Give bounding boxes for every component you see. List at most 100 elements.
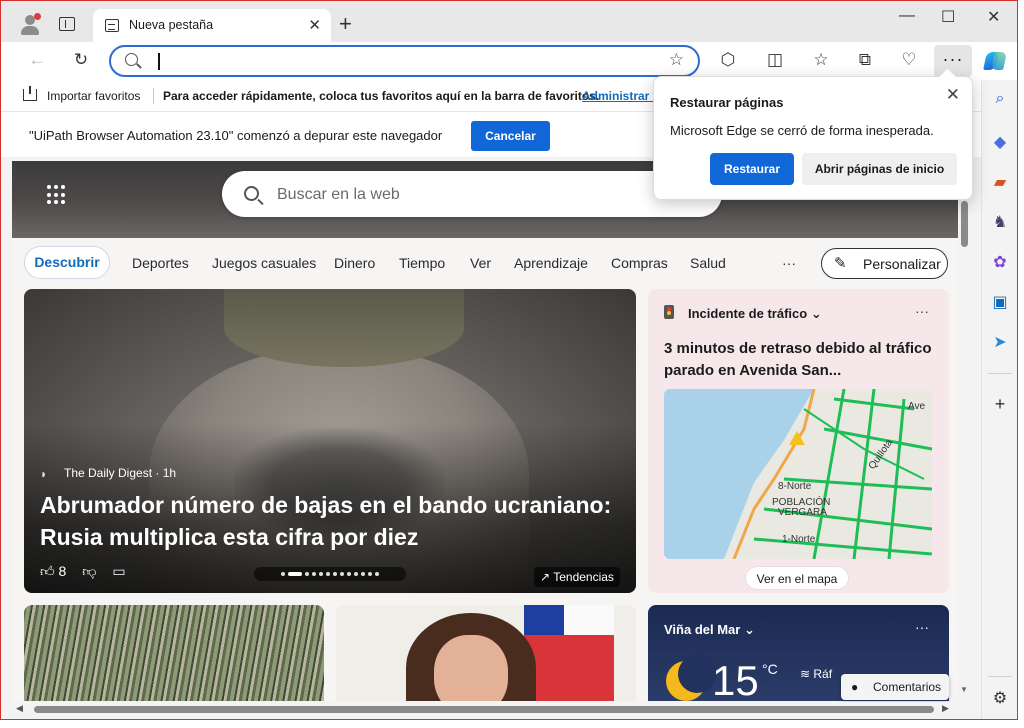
tab-close-icon[interactable]: ✕ bbox=[308, 16, 321, 34]
tab-ver[interactable]: Ver bbox=[470, 255, 491, 271]
address-bar[interactable]: ☆ bbox=[109, 45, 700, 77]
news-card-photo-woman[interactable] bbox=[336, 605, 636, 701]
tab-title: Nueva pestaña bbox=[129, 18, 214, 32]
new-tab-button[interactable]: + bbox=[339, 11, 352, 37]
tab-descubrir[interactable]: Descubrir bbox=[24, 246, 110, 279]
traffic-map[interactable]: POBLACIÓN VERGARA 8-Norte 1-Norte Quillo… bbox=[664, 389, 932, 559]
tab-new-tab[interactable]: Nueva pestaña ✕ bbox=[93, 9, 331, 42]
import-favorites-button[interactable]: Importar favoritos bbox=[47, 89, 140, 103]
minimize-button[interactable]: — bbox=[899, 7, 915, 25]
comments-button[interactable]: ● Comentarios bbox=[841, 674, 949, 700]
split-screen-icon[interactable]: ◫ bbox=[763, 50, 787, 70]
dislike-icon[interactable]: 👎︎ bbox=[82, 563, 96, 579]
sidebar-telegram-icon[interactable]: ➤ bbox=[987, 332, 1013, 354]
copilot-icon[interactable] bbox=[983, 50, 1007, 72]
reload-button[interactable]: ↻ bbox=[69, 50, 93, 70]
restore-button[interactable]: Restaurar bbox=[710, 153, 794, 185]
search-icon bbox=[244, 186, 259, 201]
like-icon[interactable]: 👍︎ bbox=[40, 563, 55, 579]
favorites-hint: Para acceder rápidamente, coloca tus fav… bbox=[163, 89, 600, 103]
nav-more-button[interactable]: ··· bbox=[782, 255, 796, 271]
favorites-separator bbox=[153, 88, 154, 104]
sidebar-games-icon[interactable]: ♞ bbox=[987, 212, 1013, 234]
chevron-down-icon[interactable]: ⌄ bbox=[811, 306, 822, 321]
sidebar-tools-icon[interactable]: ▰ bbox=[987, 172, 1013, 194]
sidebar-separator bbox=[988, 373, 1012, 374]
vertical-scroll-thumb[interactable] bbox=[961, 201, 968, 247]
toolbar: ← ↻ ☆ ⬡ ◫ ☆ ⧉ ♡ ··· bbox=[1, 42, 1017, 80]
manage-favorites-link[interactable]: Administrar fa bbox=[582, 89, 663, 103]
main-news-card[interactable]: ◗ The Daily Digest · 1h Abrumador número… bbox=[24, 289, 636, 593]
browser-window: Nueva pestaña ✕ + — ☐ ✕ ← ↻ ☆ ⬡ ◫ ☆ ⧉ ♡ … bbox=[0, 0, 1018, 720]
story-reactions: 👍︎ 8 👎︎ ▭ bbox=[40, 563, 126, 580]
cancel-debug-button[interactable]: Cancelar bbox=[471, 121, 550, 151]
search-icon bbox=[125, 53, 138, 66]
moon-icon bbox=[666, 655, 716, 701]
close-icon[interactable]: ✕ bbox=[946, 85, 960, 105]
horizontal-scrollbar[interactable]: ◀ ▶ bbox=[12, 702, 958, 716]
scroll-right-icon[interactable]: ▶ bbox=[942, 703, 949, 714]
web-search-box[interactable]: Buscar en la web bbox=[222, 171, 722, 217]
browser-essentials-icon[interactable]: ♡ bbox=[897, 50, 921, 70]
tab-dinero[interactable]: Dinero bbox=[334, 255, 375, 271]
sidebar-m365-icon[interactable]: ✿ bbox=[987, 252, 1013, 274]
weather-more-icon[interactable]: ··· bbox=[915, 619, 929, 635]
traffic-more-icon[interactable]: ··· bbox=[915, 303, 929, 319]
sidebar-add-icon[interactable]: + bbox=[987, 394, 1013, 416]
horizontal-scroll-thumb[interactable] bbox=[34, 706, 934, 713]
collections-icon[interactable]: ⧉ bbox=[853, 50, 877, 70]
tab-actions-icon[interactable] bbox=[59, 17, 75, 31]
sidebar-shopping-icon[interactable]: ◆ bbox=[987, 132, 1013, 154]
view-map-button[interactable]: Ver en el mapa bbox=[745, 566, 849, 590]
comments-icon: ● bbox=[851, 680, 859, 694]
personalize-button[interactable]: ✎ Personalizar bbox=[821, 248, 948, 279]
tab-compras[interactable]: Compras bbox=[611, 255, 668, 271]
news-photo-cap bbox=[224, 289, 464, 367]
sidebar-search-icon[interactable]: ⌕ bbox=[987, 90, 1013, 112]
scroll-down-icon[interactable]: ▼ bbox=[960, 685, 968, 694]
tab-salud[interactable]: Salud bbox=[690, 255, 726, 271]
favorites-icon[interactable]: ☆ bbox=[809, 50, 833, 70]
photo-face bbox=[434, 635, 508, 701]
tab-strip: Nueva pestaña ✕ + — ☐ ✕ bbox=[1, 1, 1017, 42]
personalize-label: Personalizar bbox=[863, 256, 941, 272]
scroll-left-icon[interactable]: ◀ bbox=[16, 703, 23, 714]
app-launcher-icon[interactable] bbox=[47, 185, 67, 205]
trending-badge: ↗ Tendencias bbox=[534, 567, 620, 587]
map-label-vergara: VERGARA bbox=[778, 507, 827, 518]
vertical-scrollbar[interactable]: ▲ ▼ bbox=[958, 161, 972, 701]
flag-blue bbox=[524, 605, 564, 635]
desktop-edge bbox=[1019, 0, 1024, 728]
map-label-1-norte: 1-Norte bbox=[782, 534, 816, 545]
traffic-title[interactable]: 3 minutos de retraso debido al tráfico p… bbox=[664, 338, 934, 382]
weather-unit[interactable]: °C bbox=[762, 661, 778, 677]
web-search-placeholder: Buscar en la web bbox=[277, 186, 400, 203]
new-tab-favicon-icon bbox=[105, 19, 119, 32]
weather-location[interactable]: Viña del Mar ⌄ bbox=[664, 622, 755, 638]
map-label-8-norte: 8-Norte bbox=[778, 481, 812, 492]
open-start-pages-button[interactable]: Abrir páginas de inicio bbox=[802, 153, 957, 185]
weather-wind: ≋ Ráf bbox=[800, 667, 833, 681]
story-source[interactable]: The Daily Digest · 1h bbox=[64, 466, 176, 480]
tab-juegos-casuales[interactable]: Juegos casuales bbox=[212, 255, 316, 271]
sidebar-settings-icon[interactable]: ⚙ bbox=[987, 688, 1013, 710]
sidebar-outlook-icon[interactable]: ▣ bbox=[987, 292, 1013, 314]
story-headline[interactable]: Abrumador número de bajas en el bando uc… bbox=[40, 489, 630, 553]
favorite-star-icon[interactable]: ☆ bbox=[669, 50, 684, 70]
restore-pages-dialog: Restaurar páginas ✕ Microsoft Edge se ce… bbox=[653, 76, 973, 200]
traffic-card[interactable]: Incidente de tráfico ⌄ ··· 3 minutos de … bbox=[648, 289, 949, 593]
tab-aprendizaje[interactable]: Aprendizaje bbox=[514, 255, 588, 271]
carousel-indicator[interactable] bbox=[254, 567, 406, 581]
back-button[interactable]: ← bbox=[25, 50, 49, 70]
news-card-photo-grass[interactable] bbox=[24, 605, 324, 701]
sidebar-separator bbox=[988, 676, 1012, 677]
tab-deportes[interactable]: Deportes bbox=[132, 255, 189, 271]
comment-icon[interactable]: ▭ bbox=[112, 563, 125, 579]
traffic-light-icon bbox=[664, 305, 674, 319]
maximize-button[interactable]: ☐ bbox=[941, 7, 955, 27]
chevron-down-icon[interactable]: ⌄ bbox=[744, 622, 755, 637]
profile-avatar-icon[interactable] bbox=[19, 13, 41, 35]
extensions-icon[interactable]: ⬡ bbox=[716, 50, 740, 70]
tab-tiempo[interactable]: Tiempo bbox=[399, 255, 445, 271]
window-close-button[interactable]: ✕ bbox=[987, 7, 1000, 27]
